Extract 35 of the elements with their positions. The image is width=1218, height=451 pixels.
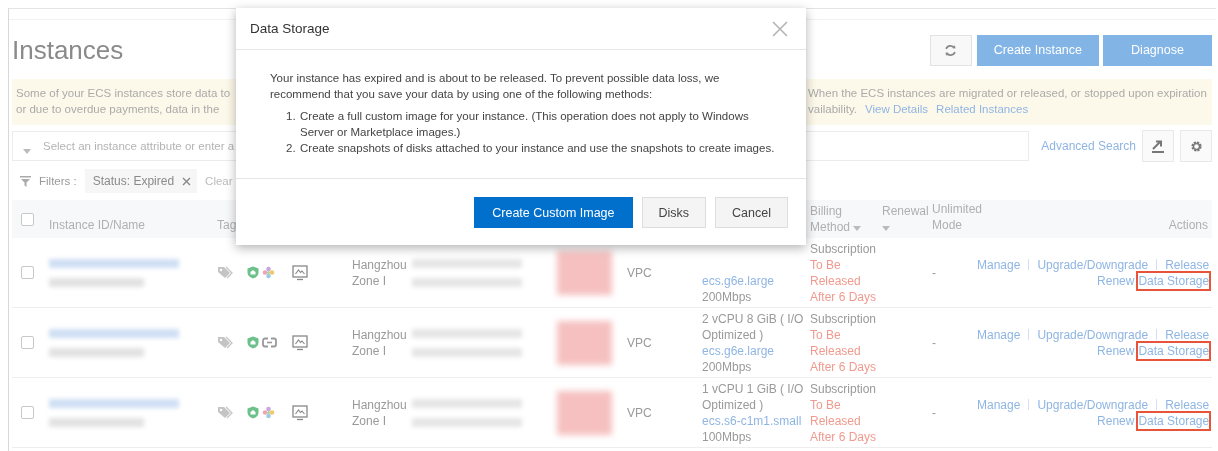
- dialog-title: Data Storage: [250, 21, 330, 36]
- spec-text: 2 vCPU 8 GiB ( I/O Optimized ): [702, 310, 805, 343]
- table-cell-text: Hangzhou Zone I: [352, 256, 408, 289]
- notice-text: Some of your ECS instances store data to: [16, 86, 231, 101]
- table-cell-text: -: [932, 264, 937, 281]
- table-cell-text: VPC: [627, 404, 653, 421]
- step-number: 2.: [286, 141, 297, 156]
- status-text: To Be Released After 6 Days: [810, 326, 878, 375]
- status-text: To Be Released After 6 Days: [810, 396, 878, 445]
- notice-text: or due to overdue payments, data in the: [16, 102, 220, 117]
- column-header: Tag: [217, 217, 238, 234]
- step-text: Create snapshots of disks attached to your instance and use the snapshots to create images.: [300, 141, 776, 156]
- column-header: Actions: [1167, 217, 1209, 234]
- notice-text: vailability.: [808, 102, 857, 117]
- filters-label: Filters :: [39, 175, 77, 187]
- table-cell-text: -: [932, 334, 937, 351]
- billing-text: Subscription: [810, 310, 877, 327]
- notice-text: When the ECS instances are migrated or released, or stopped upon expiration: [808, 86, 1207, 101]
- bandwidth-text: 200Mbps: [702, 358, 752, 375]
- billing-text: Subscription: [810, 240, 877, 257]
- table-cell-text: Hangzhou Zone I: [352, 326, 408, 359]
- billing-text: Subscription: [810, 380, 877, 397]
- dialog-message: Your instance has expired and is about to be released. To prevent possible data loss, we recommend that you save your data by using one of the following methods:: [270, 71, 721, 102]
- bandwidth-text: 100Mbps: [702, 428, 752, 445]
- table-cell-text: Hangzhou Zone I: [352, 396, 408, 429]
- table-cell-text: -: [932, 404, 937, 421]
- step-text: Create a full custom image for your instance. (This operation does not apply to Windows Server or Marketplace images.): [300, 109, 750, 140]
- spec-text: 1 vCPU 1 GiB ( I/O Optimized ): [702, 380, 805, 413]
- status-text: To Be Released After 6 Days: [810, 256, 878, 305]
- page-title: Instances: [12, 34, 124, 66]
- bandwidth-text: 200Mbps: [702, 288, 752, 305]
- column-header: Instance ID/Name: [49, 217, 147, 234]
- table-cell-text: VPC: [627, 264, 653, 281]
- table-cell-text: VPC: [627, 334, 653, 351]
- step-number: 1.: [286, 109, 297, 124]
